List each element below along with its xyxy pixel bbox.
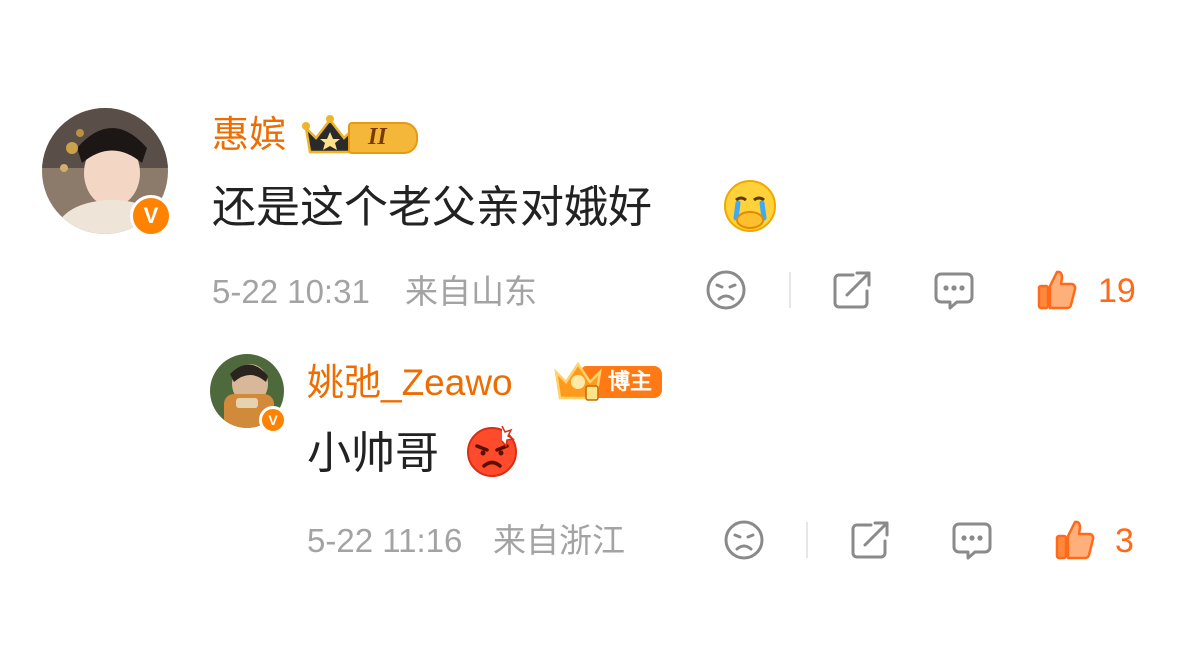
crying-emoji-icon (724, 180, 776, 232)
share-icon[interactable] (831, 269, 873, 311)
dislike-face-icon[interactable] (723, 519, 765, 561)
comment-text: 还是这个老父亲对娥好 (212, 183, 652, 232)
reply-location: 来自浙江 (493, 522, 625, 559)
verified-v-icon: V (130, 195, 172, 237)
replier-name[interactable]: 姚弛_Zeawo (307, 360, 513, 406)
thumbs-up-icon[interactable] (1053, 518, 1097, 562)
share-icon[interactable] (849, 519, 891, 561)
thumbs-up-icon[interactable] (1035, 268, 1079, 312)
dislike-face-icon[interactable] (705, 269, 747, 311)
reply-date: 5-22 11:16 (307, 522, 463, 559)
action-divider (789, 272, 791, 308)
level-badge[interactable]: II (302, 112, 420, 158)
blogger-badge[interactable]: 博主 (552, 358, 664, 404)
level-badge-text: II (368, 124, 387, 150)
comment-icon[interactable] (933, 269, 975, 311)
like-count: 19 (1098, 272, 1136, 310)
comment-date: 5-22 10:31 (212, 273, 370, 310)
action-divider (806, 522, 808, 558)
verified-v-icon: V (259, 406, 287, 434)
angry-emoji-icon (467, 425, 517, 477)
comment-location: 来自山东 (405, 273, 537, 310)
commenter-name[interactable]: 惠嫔 (212, 112, 286, 158)
crown-icon (554, 361, 602, 401)
like-count: 3 (1115, 522, 1134, 560)
blogger-badge-text: 博主 (608, 369, 653, 394)
reply-text: 小帅哥 (307, 429, 439, 478)
comment-icon[interactable] (951, 519, 993, 561)
